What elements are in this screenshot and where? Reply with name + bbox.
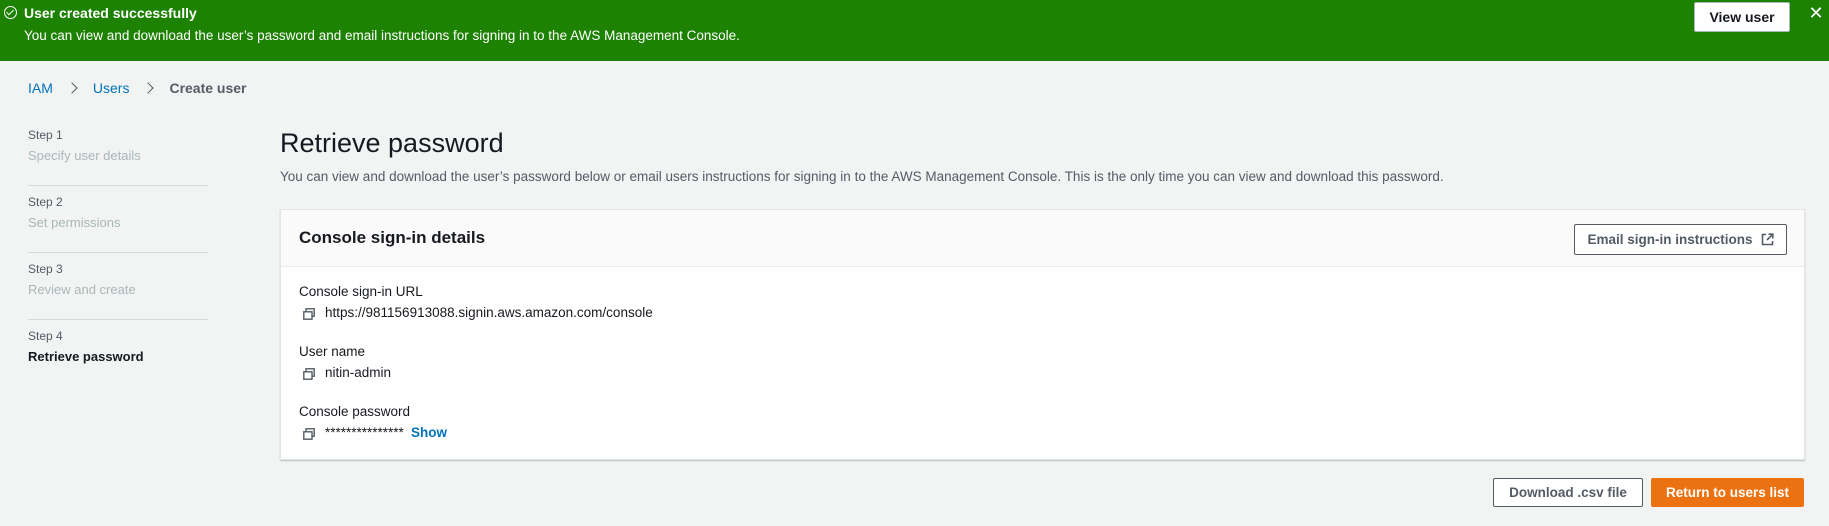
step-divider (28, 252, 208, 253)
wizard-step-1: Step 1 Specify user details (28, 126, 208, 193)
console-password-label: Console password (299, 404, 411, 419)
step-number: Step 3 (28, 262, 63, 276)
step-divider (28, 319, 208, 320)
flash-title: User created successfully (24, 5, 197, 21)
step-label: Set permissions (28, 215, 121, 230)
chevron-right-icon (142, 81, 156, 95)
email-sign-in-instructions-button[interactable]: Email sign-in instructions (1574, 224, 1787, 255)
user-name-label: User name (299, 344, 366, 359)
step-divider (28, 185, 208, 186)
close-icon[interactable]: ✕ (1806, 3, 1826, 23)
wizard-step-3: Step 3 Review and create (28, 260, 208, 327)
copy-icon[interactable] (303, 427, 315, 440)
user-name-value: nitin-admin (325, 365, 392, 380)
show-password-link[interactable]: Show (411, 425, 447, 440)
view-user-button[interactable]: View user (1694, 2, 1790, 32)
success-flash-banner: User created successfully You can view a… (0, 0, 1829, 61)
sign-in-url-value: https://981156913088.signin.aws.amazon.c… (325, 305, 653, 320)
console-password-value: *************** (325, 425, 404, 440)
panel-title: Console sign-in details (299, 228, 486, 247)
download-csv-button[interactable]: Download .csv file (1493, 478, 1643, 507)
copy-icon[interactable] (303, 307, 315, 320)
wizard-step-2: Step 2 Set permissions (28, 193, 208, 260)
page-description: You can view and download the user’s pas… (280, 169, 1444, 184)
wizard-step-4: Step 4 Retrieve password (28, 327, 208, 394)
breadcrumb-users[interactable]: Users (93, 80, 130, 96)
panel-header: Console sign-in details Email sign-in in… (281, 210, 1804, 267)
sign-in-url-label: Console sign-in URL (299, 284, 423, 299)
breadcrumb-current: Create user (169, 80, 247, 96)
copy-icon[interactable] (303, 367, 315, 380)
step-label: Specify user details (28, 148, 141, 163)
email-button-label: Email sign-in instructions (1587, 232, 1753, 247)
step-label-active: Retrieve password (28, 349, 144, 364)
step-number: Step 4 (28, 329, 63, 343)
wizard-steps: Step 1 Specify user details Step 2 Set p… (28, 126, 208, 394)
chevron-right-icon (66, 81, 80, 95)
page-title: Retrieve password (280, 128, 504, 158)
external-link-icon (1761, 233, 1774, 246)
success-check-icon (4, 6, 17, 19)
breadcrumb-iam[interactable]: IAM (28, 80, 53, 96)
step-label: Review and create (28, 282, 136, 297)
return-to-users-list-button[interactable]: Return to users list (1651, 478, 1804, 507)
step-number: Step 2 (28, 195, 63, 209)
console-sign-in-panel: Console sign-in details Email sign-in in… (280, 209, 1805, 460)
flash-message: You can view and download the user’s pas… (24, 28, 740, 43)
step-number: Step 1 (28, 128, 63, 142)
breadcrumb: IAM Users Create user (28, 80, 247, 96)
